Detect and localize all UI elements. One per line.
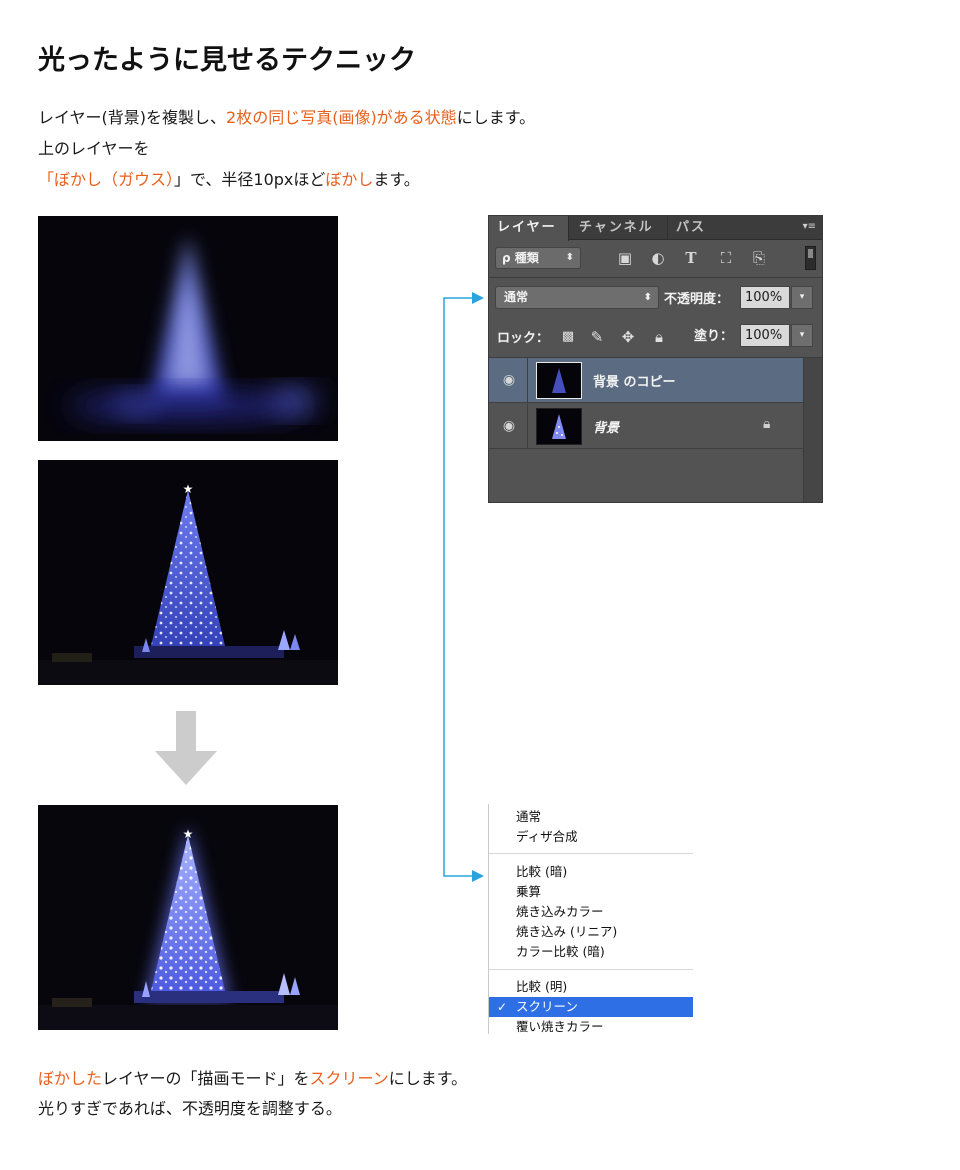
filter-image-icon[interactable]: ▣ bbox=[615, 247, 635, 269]
lock-paint-icon[interactable]: ✎ bbox=[587, 327, 607, 347]
layer-row-background-copy[interactable]: ◉ 背景 のコピー bbox=[489, 358, 803, 403]
outro-line-1: ぼかしたレイヤーの「描画モード」をスクリーンにします。 bbox=[38, 1064, 467, 1094]
kind-filter-label: ρ 種類 bbox=[502, 251, 539, 265]
page-title: 光ったように見せるテクニック bbox=[38, 45, 416, 76]
filter-type-icon[interactable]: T bbox=[681, 247, 701, 269]
menu-item-dissolve[interactable]: ディザ合成 bbox=[489, 827, 693, 847]
filter-adjustment-icon[interactable]: ◐ bbox=[648, 247, 668, 269]
tab-layers[interactable]: レイヤー bbox=[489, 216, 569, 241]
svg-text:★: ★ bbox=[183, 482, 194, 496]
eye-icon[interactable]: ◉ bbox=[499, 370, 519, 390]
layer-thumbnail bbox=[536, 362, 582, 399]
layer-row-background[interactable]: ◉ 背景 🔒︎ bbox=[489, 404, 803, 449]
intro-highlight: ぼかし bbox=[325, 170, 374, 189]
intro-line-2: 上のレイヤーを bbox=[38, 139, 150, 158]
menu-item-darken[interactable]: 比較 (暗) bbox=[489, 862, 693, 882]
panel-menu-icon[interactable]: ▾≡ bbox=[803, 221, 816, 232]
panel-scrollbar[interactable] bbox=[803, 358, 822, 502]
menu-item-color-dodge[interactable]: 覆い焼きカラー bbox=[489, 1017, 693, 1037]
intro-text: レイヤー(背景)を複製し、2枚の同じ写真(画像)がある状態にします。 上のレイヤ… bbox=[38, 102, 535, 195]
divider bbox=[489, 277, 822, 278]
lock-label: ロック： bbox=[497, 331, 550, 346]
opacity-label: 不透明度： bbox=[664, 292, 730, 307]
blend-mode-select[interactable]: 通常 ⬍ bbox=[495, 286, 659, 309]
select-arrows-icon: ⬍ bbox=[643, 292, 652, 303]
layers-panel: レイヤー チャンネル パス ▾≡ ρ 種類 ⬍ ▣ ◐ T ⛶ ⎘ 通常 ⬍ 不… bbox=[488, 215, 823, 503]
filter-smartobject-icon[interactable]: ⎘ bbox=[749, 247, 769, 269]
layer-name: 背景 bbox=[593, 421, 620, 436]
tab-paths[interactable]: パス bbox=[667, 216, 717, 240]
menu-item-screen[interactable]: ✓ スクリーン bbox=[489, 997, 693, 1017]
lock-move-icon[interactable]: ✥ bbox=[618, 327, 638, 347]
eye-icon[interactable]: ◉ bbox=[499, 416, 519, 436]
divider bbox=[527, 358, 528, 403]
fill-label: 塗り： bbox=[694, 329, 734, 344]
svg-text:★: ★ bbox=[183, 827, 194, 841]
original-tree-photo: ★ bbox=[38, 460, 338, 685]
menu-item-linear-burn[interactable]: 焼き込み (リニア) bbox=[489, 922, 693, 942]
outro-highlight: スクリーン bbox=[309, 1069, 389, 1088]
checkmark-icon: ✓ bbox=[497, 1000, 508, 1014]
outro-text-segment: にします。 bbox=[388, 1069, 468, 1088]
intro-text-segment: レイヤー(背景)を複製し、 bbox=[38, 108, 227, 127]
intro-bracket: 「 bbox=[38, 170, 55, 189]
intro-highlight: 2枚の同じ写真(画像)がある状態 bbox=[226, 108, 457, 127]
filter-toggle-switch[interactable] bbox=[805, 246, 816, 270]
menu-item-darker-color[interactable]: カラー比較 (暗) bbox=[489, 942, 693, 962]
divider bbox=[527, 404, 528, 449]
outro-line-2: 光りすぎであれば、不透明度を調整する。 bbox=[38, 1099, 342, 1118]
layer-thumbnail bbox=[536, 408, 582, 445]
lock-transparent-icon[interactable]: ▩ bbox=[558, 327, 578, 347]
outro-text: ぼかしたレイヤーの「描画モード」をスクリーンにします。 光りすぎであれば、不透明… bbox=[38, 1064, 467, 1124]
intro-highlight: ぼかし（ガウス） bbox=[54, 170, 175, 189]
blurred-tree-photo bbox=[38, 216, 338, 441]
intro-text-segment: ます。 bbox=[373, 170, 420, 189]
menu-item-lighten[interactable]: 比較 (明) bbox=[489, 977, 693, 997]
layer-name: 背景 のコピー bbox=[593, 375, 676, 390]
fill-field[interactable]: 100% bbox=[740, 324, 790, 347]
menu-item-color-burn[interactable]: 焼き込みカラー bbox=[489, 902, 693, 922]
padlock-icon: 🔒︎ bbox=[763, 416, 771, 432]
blend-mode-value: 通常 bbox=[504, 290, 529, 304]
intro-line-1: レイヤー(背景)を複製し、2枚の同じ写真(画像)がある状態にします。 bbox=[38, 102, 535, 133]
outro-highlight: ぼかした bbox=[38, 1069, 103, 1088]
result-tree-photo: ★ bbox=[38, 805, 338, 1030]
tab-channels[interactable]: チャンネル bbox=[571, 216, 667, 240]
down-arrow-icon bbox=[155, 711, 217, 785]
menu-separator bbox=[489, 969, 693, 970]
opacity-dropdown-button[interactable]: ▾ bbox=[791, 286, 813, 309]
kind-filter-select[interactable]: ρ 種類 ⬍ bbox=[495, 247, 581, 269]
intro-text-segment: 」で、半径10pxほど bbox=[174, 170, 326, 189]
menu-item-normal[interactable]: 通常 bbox=[489, 807, 693, 827]
filter-shape-icon[interactable]: ⛶ bbox=[716, 247, 736, 269]
menu-item-multiply[interactable]: 乗算 bbox=[489, 882, 693, 902]
blend-mode-menu: 通常 ディザ合成 比較 (暗) 乗算 焼き込みカラー 焼き込み (リニア) カラ… bbox=[488, 804, 694, 1034]
menu-item-label: スクリーン bbox=[516, 999, 578, 1014]
lock-all-icon[interactable]: 🔒︎ bbox=[649, 327, 669, 347]
opacity-field[interactable]: 100% bbox=[740, 286, 790, 309]
intro-line-3: 「ぼかし（ガウス）」で、半径10pxほどぼかします。 bbox=[38, 164, 535, 195]
outro-text-segment: レイヤーの「描画モード」を bbox=[102, 1069, 310, 1088]
connector-arrows bbox=[443, 292, 484, 882]
select-arrows-icon: ⬍ bbox=[565, 252, 574, 263]
menu-separator bbox=[489, 853, 693, 854]
panel-tab-bar: レイヤー チャンネル パス ▾≡ bbox=[489, 216, 822, 241]
intro-text-segment: にします。 bbox=[456, 108, 536, 127]
fill-dropdown-button[interactable]: ▾ bbox=[791, 324, 813, 347]
